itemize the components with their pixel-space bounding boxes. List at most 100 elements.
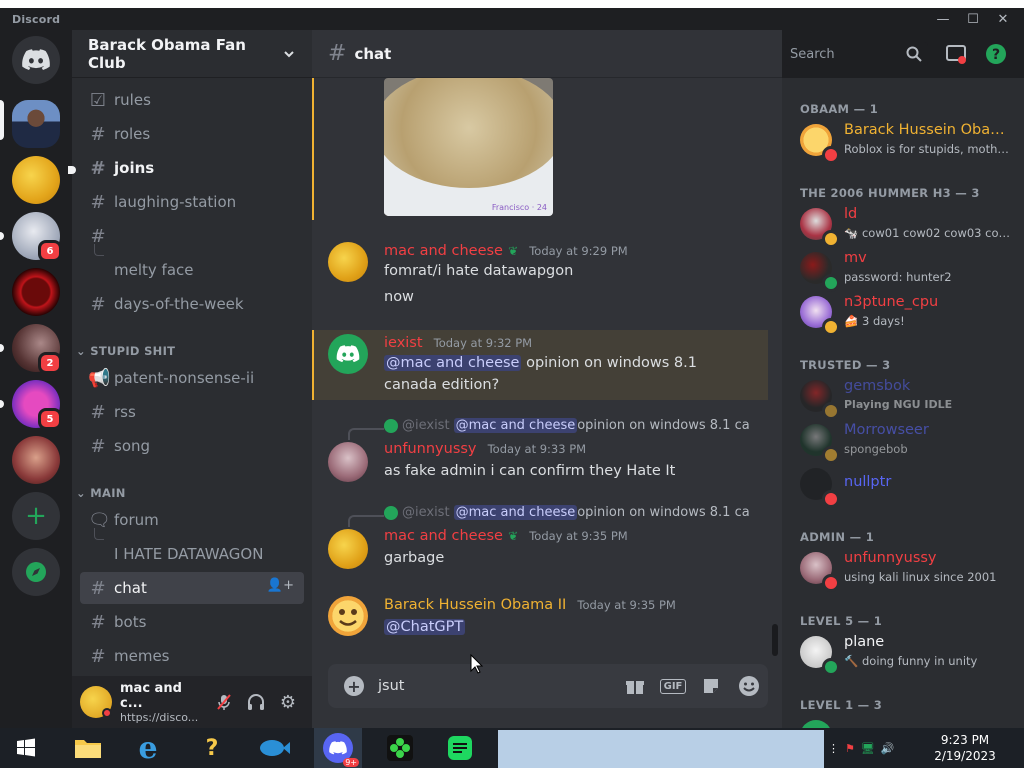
search-placeholder: Search — [790, 46, 835, 62]
forum-post-i-hate-datawagon[interactable]: I HATE DATAWAGON — [80, 538, 304, 570]
author-name[interactable]: unfunnyussy — [384, 441, 477, 457]
upload-button[interactable]: + — [344, 676, 364, 696]
server-mac-and-cheese[interactable] — [12, 156, 60, 204]
food — [384, 78, 553, 188]
category-main[interactable]: ⌄ MAIN — [76, 486, 126, 500]
member-item[interactable]: Morrowseer spongebob — [798, 418, 1020, 464]
channel-memes[interactable]: # memes — [80, 640, 304, 672]
channel-rules[interactable]: ☑ rules — [80, 84, 304, 116]
channel-joins[interactable]: # joins — [80, 152, 304, 184]
home-button[interactable] — [12, 36, 60, 84]
server-6[interactable]: 5 — [12, 380, 62, 430]
image-attachment[interactable]: Francisco · 24 — [384, 78, 553, 216]
taskbar-clock[interactable]: 9:23 PM 2/19/2023 — [930, 732, 1000, 764]
discord-taskbar-icon: 9+ — [323, 733, 359, 767]
taskbar-app-fish[interactable] — [250, 728, 298, 768]
sticker-button[interactable] — [692, 664, 730, 708]
taskbar-discord[interactable]: 9+ — [314, 728, 362, 768]
member-status: password: hunter2 — [844, 270, 952, 284]
minimize-button[interactable]: — — [928, 8, 958, 30]
server-4[interactable] — [12, 268, 60, 316]
channel-sidebar: Barack Obama Fan Club ☑ rules # roles # joi… — [68, 30, 312, 728]
taskbar-app-clover[interactable] — [376, 728, 424, 768]
role-mention[interactable]: @ChatGPT — [384, 619, 466, 635]
member-item[interactable]: gemsbok Playing NGU IDLE — [798, 374, 1020, 420]
user-mention[interactable]: @mac and cheese — [384, 355, 522, 371]
author-name[interactable]: iexist — [384, 335, 423, 351]
add-server-button[interactable]: + — [12, 492, 60, 540]
mute-button[interactable] — [208, 686, 240, 718]
avatar[interactable] — [328, 334, 368, 374]
author-name[interactable]: mac and cheese — [384, 528, 503, 544]
scrollbar-thumb[interactable] — [772, 624, 778, 656]
channel-laughing-station[interactable]: # laughing-station — [80, 186, 304, 218]
channel-bots[interactable]: # bots — [80, 606, 304, 638]
message-input[interactable]: jsut — [378, 678, 616, 694]
help-button[interactable]: ? — [984, 42, 1008, 66]
author-name[interactable]: Barack Hussein Obama II — [384, 597, 566, 613]
channel-days-of-the-week[interactable]: # days-of-the-week — [80, 288, 304, 320]
explore-servers-button[interactable] — [12, 548, 60, 596]
avatar[interactable] — [328, 442, 368, 482]
windows-logo-icon — [17, 738, 35, 757]
member-item[interactable]: mv password: hunter2 — [798, 246, 1020, 292]
server-7[interactable] — [12, 436, 60, 484]
channel-chat[interactable]: # chat 👤+ — [80, 572, 304, 604]
avatar[interactable] — [800, 720, 832, 728]
deafen-button[interactable] — [240, 686, 272, 718]
member-item[interactable]: unfunnyussy using kali linux since 2001 — [798, 546, 1020, 592]
taskbar-file-explorer[interactable] — [64, 728, 112, 768]
close-button[interactable]: ✕ — [988, 8, 1018, 30]
member-item[interactable]: nullptr — [798, 462, 1020, 508]
gift-button[interactable] — [616, 664, 654, 708]
reply-preview[interactable]: @iexist @mac and cheese opinion on windo… — [384, 505, 750, 520]
add-member-icon[interactable]: 👤+ — [267, 578, 294, 593]
reply-preview[interactable]: @iexist @mac and cheese opinion on windo… — [384, 418, 750, 433]
channel-patent-nonsense-ii[interactable]: 📢 patent-nonsense-ii — [80, 362, 304, 394]
gif-button[interactable]: GIF — [654, 664, 692, 708]
avatar[interactable] — [328, 242, 368, 282]
server-barack-obama-fan-club[interactable] — [12, 100, 60, 148]
channel-song[interactable]: # song — [80, 430, 304, 462]
member-name: Barack Hussein Obam... — [844, 122, 1014, 138]
channel-roles[interactable]: # roles — [80, 118, 304, 150]
server-header[interactable]: Barack Obama Fan Club — [72, 30, 312, 78]
emoji-button[interactable] — [730, 664, 768, 708]
start-button[interactable] — [2, 728, 50, 768]
taskbar-help-app[interactable]: ? — [188, 728, 236, 768]
status-text: cow01 cow02 cow03 cow... — [861, 226, 1014, 240]
network-icon[interactable]: 🖥 — [861, 742, 875, 755]
avatar[interactable] — [80, 686, 112, 718]
channel-rss[interactable]: # rss — [80, 396, 304, 428]
inbox-button[interactable] — [944, 42, 968, 66]
avatar[interactable] — [328, 596, 368, 636]
channel-unnamed[interactable]: # — [80, 220, 304, 252]
channel-forum[interactable]: 🗨 forum — [80, 504, 304, 536]
reply-mention: @mac and cheese — [453, 505, 578, 520]
category-stupid-shit[interactable]: ⌄ STUPID SHIT — [76, 344, 175, 358]
flag-icon[interactable]: ⚑ — [845, 742, 855, 755]
volume-icon[interactable]: 🔊 — [881, 742, 895, 755]
member-item[interactable]: ld 🐄 cow01 cow02 cow03 cow... — [798, 202, 1020, 248]
thread-melty-face[interactable]: melty face — [80, 254, 304, 286]
author-name[interactable]: mac and cheese — [384, 243, 503, 259]
member-list: OBAAM — 1 Barack Hussein Obam... Roblox … — [782, 78, 1024, 728]
member-item[interactable]: plane 🔨 doing funny in unity — [798, 630, 1020, 676]
server-3[interactable]: 6 — [12, 212, 62, 262]
reply-text: opinion on windows 8.1 ca — [577, 418, 750, 433]
user-settings-button[interactable]: ⚙ — [272, 686, 304, 718]
avatar[interactable] — [328, 529, 368, 569]
search-input[interactable]: Search — [784, 42, 928, 66]
mouse-cursor-icon — [470, 654, 484, 674]
image-watermark: Francisco · 24 — [491, 203, 547, 212]
hash-icon: # — [90, 401, 106, 423]
taskbar-internet-explorer[interactable]: e — [124, 728, 172, 768]
member-item[interactable]: n3ptune_cpu 🍰 3 days! — [798, 290, 1020, 336]
server-5[interactable]: 2 — [12, 324, 62, 374]
member-item[interactable]: Barack Hussein Obam... Roblox is for stu… — [798, 118, 1020, 164]
overflow-icon[interactable]: ⋮ — [828, 742, 839, 755]
discord-logo-icon — [22, 49, 50, 70]
thread-label: I HATE DATAWAGON — [114, 545, 264, 563]
taskbar-app-notes[interactable] — [436, 728, 484, 768]
maximize-button[interactable]: ☐ — [958, 8, 988, 30]
